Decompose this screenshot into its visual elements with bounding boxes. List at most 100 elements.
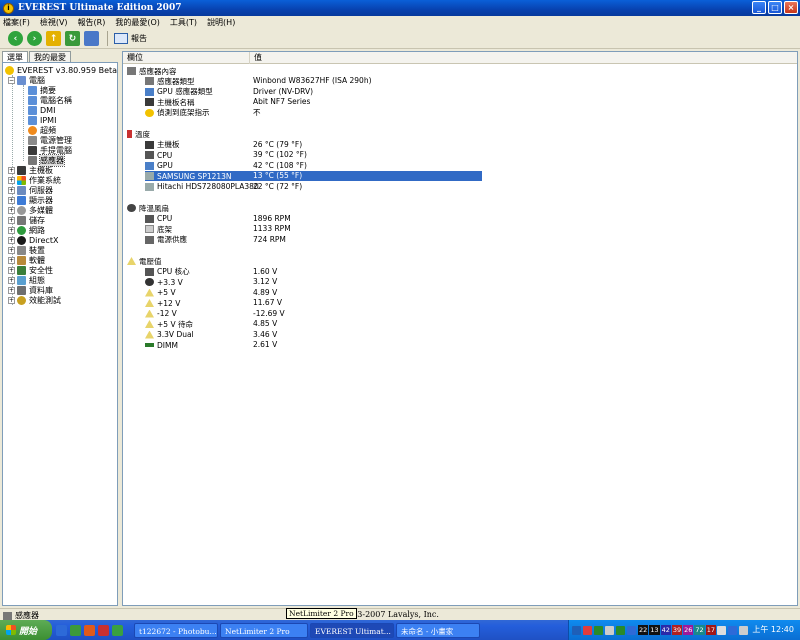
expand-icon[interactable]: + [8,216,15,224]
list-row[interactable]: 3.3V Dual 3.46 V [123,330,797,341]
tree-item-display[interactable]: + 顯示器 [8,195,53,205]
tree-item-summary[interactable]: 摘要 [28,85,56,95]
tray-icon[interactable] [594,625,603,635]
back-arrow-icon[interactable]: ‹ [8,31,23,46]
tree-item-multimedia[interactable]: + 多媒體 [8,205,53,215]
close-button[interactable]: × [784,1,798,14]
menu-help[interactable]: 說明(H) [207,17,235,28]
report-button[interactable]: 報告 [114,33,147,44]
tree-item-overclock[interactable]: 超頻 [28,125,56,135]
list-row[interactable]: 主機板名稱 Abit NF7 Series [123,97,797,108]
list-row[interactable]: 底架 1133 RPM [123,224,797,235]
list-row[interactable]: +5 V 4.89 V [123,288,797,299]
task-photobucket[interactable]: t122672 - Photobu... [134,622,218,638]
tree-item-storage[interactable]: + 儲存 [8,215,45,225]
tray-icon[interactable] [627,625,636,635]
expand-icon[interactable]: + [8,186,15,194]
menu-tools[interactable]: 工具(T) [170,17,197,28]
expand-icon[interactable]: + [8,256,15,264]
expand-icon[interactable]: + [8,296,15,304]
tray-icon[interactable] [583,625,592,635]
list-row[interactable]: 電源供應 724 RPM [123,235,797,246]
column-field-header[interactable]: 欄位 [123,52,250,64]
expand-icon[interactable]: + [8,266,15,274]
list-row[interactable]: 主機板 26 °C (79 °F) [123,140,797,151]
up-folder-icon[interactable]: ↑ [46,31,61,46]
tray-temperature[interactable]: 39 [671,625,683,635]
tree-item-directx[interactable]: + DirectX [8,235,58,245]
tree-item-config[interactable]: + 組態 [8,275,45,285]
navigation-tree[interactable]: EVEREST v3.80.959 Beta − 電腦 摘要 電腦名稱 DMI … [2,62,118,606]
tree-item-software[interactable]: + 軟體 [8,255,45,265]
list-row[interactable]: +5 V 待命 4.85 V [123,319,797,330]
tree-item-os[interactable]: + 作業系統 [8,175,61,185]
list-row[interactable]: Hitachi HDS728080PLA380 22 °C (72 °F) [123,182,797,193]
tray-temperature[interactable]: 26 [683,625,694,635]
maximize-button[interactable]: □ [768,1,782,14]
expand-icon[interactable]: + [8,176,15,184]
media-icon[interactable] [98,624,109,636]
tray-temperature[interactable]: 42 [660,625,671,635]
tree-item-sensor[interactable]: 感應器 [28,153,65,167]
list-row[interactable]: -12 V -12.69 V [123,309,797,320]
ie-icon[interactable] [56,624,67,636]
tree-item-network[interactable]: + 網路 [8,225,45,235]
tree-item-benchmark[interactable]: + 效能測試 [8,295,61,305]
tree-item-security[interactable]: + 安全性 [8,265,53,275]
expand-icon[interactable]: + [8,226,15,234]
menu-file[interactable]: 檔案(F) [3,17,30,28]
tray-icon[interactable] [716,625,726,635]
menu-report[interactable]: 報告(R) [78,17,106,28]
expand-icon[interactable]: + [8,196,15,204]
tree-item-motherboard[interactable]: + 主機板 [8,165,53,175]
everest-app-icon[interactable]: i [3,2,14,14]
list-row[interactable]: GPU 42 °C (108 °F) [123,161,797,172]
list-row[interactable]: CPU 核心 1.60 V [123,267,797,278]
tray-icon[interactable] [605,625,614,635]
tree-item-root[interactable]: EVEREST v3.80.959 Beta [5,65,117,75]
users-icon[interactable] [84,31,99,46]
task-netlimiter[interactable]: NetLimiter 2 Pro [220,622,308,638]
tree-item-computer-name[interactable]: 電腦名稱 [28,95,72,105]
list-row[interactable]: 偵測到底架指示 不 [123,108,797,119]
tray-temperature[interactable]: 72 [694,625,705,635]
collapse-icon[interactable]: − [8,76,15,84]
expand-icon[interactable]: + [8,166,15,174]
menu-favorites[interactable]: 我的最愛(O) [115,17,160,28]
list-row[interactable]: 感應器類型 Winbond W83627HF (ISA 290h) [123,76,797,87]
forward-arrow-icon[interactable]: › [27,31,42,46]
expand-icon[interactable]: + [8,276,15,284]
sensor-details-list[interactable]: 欄位 值 感應器內容 感應器類型 Winbond W83627HF (ISA 29… [122,51,798,606]
column-value-header[interactable]: 值 [250,52,797,64]
tree-item-power[interactable]: 電源管理 [28,135,72,145]
expand-icon[interactable]: + [8,286,15,294]
list-row[interactable]: CPU 1896 RPM [123,214,797,225]
tray-temperature[interactable]: 22 [638,625,649,635]
menu-view[interactable]: 檢視(V) [40,17,68,28]
task-paint[interactable]: 未命名 - 小畫家 [396,622,480,638]
tray-temperature[interactable]: 13 [649,625,660,635]
tree-item-server[interactable]: + 伺服器 [8,185,53,195]
volume-icon[interactable] [738,625,748,635]
tree-item-computer[interactable]: − 電腦 [8,75,45,85]
list-row[interactable]: CPU 39 °C (102 °F) [123,150,797,161]
messenger-icon[interactable] [70,624,81,636]
tray-temperature[interactable]: 17 [705,625,716,635]
start-button[interactable]: 開始 [0,620,52,640]
task-everest[interactable]: EVEREST Ultimat... [310,622,394,638]
list-row[interactable]: +3.3 V 3.12 V [123,277,797,288]
minimize-button[interactable]: _ [752,1,766,14]
expand-icon[interactable]: + [8,246,15,254]
expand-icon[interactable]: + [8,206,15,214]
app-icon[interactable] [112,624,123,636]
list-row-selected[interactable]: SAMSUNG SP1213N 13 °C (55 °F) [123,171,797,182]
tree-item-devices[interactable]: + 裝置 [8,245,45,255]
list-row[interactable]: +12 V 11.67 V [123,298,797,309]
clock[interactable]: 上午 12:40 [752,624,794,635]
list-row[interactable]: DIMM 2.61 V [123,340,797,351]
list-row[interactable]: GPU 感應器類型 Driver (NV-DRV) [123,87,797,98]
firefox-icon[interactable] [84,624,95,636]
tray-icon[interactable] [572,625,581,635]
tree-item-ipmi[interactable]: IPMI [28,115,56,125]
expand-icon[interactable]: + [8,236,15,244]
